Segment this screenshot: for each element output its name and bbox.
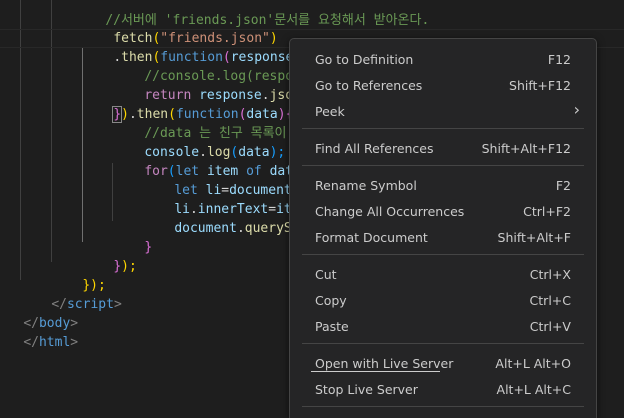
dot: .	[236, 221, 245, 236]
hover-underline	[311, 371, 440, 372]
code-line-9: for(let item of data){	[113, 143, 316, 179]
menu-separator	[302, 128, 584, 129]
brace: }	[144, 240, 153, 255]
menu-item-find-all-references[interactable]: Find All References Shift+Alt+F12	[294, 135, 592, 161]
menu-item-label: Find All References	[315, 141, 434, 156]
menu-separator	[302, 254, 584, 255]
chevron-right-icon: ›	[573, 100, 580, 119]
menu-item-label: Format Document	[315, 230, 428, 245]
code-line-8: console.log(data);	[113, 124, 285, 160]
menu-item-shortcut: Ctrl+X	[529, 267, 571, 282]
code-line-7: //data 는 친구 목록이 들어	[113, 105, 318, 141]
menu-item-label: Copy	[315, 293, 347, 308]
brace: }	[113, 259, 122, 274]
menu-item-shortcut: Ctrl+F2	[523, 204, 571, 219]
menu-separator	[302, 406, 584, 407]
menu-item-cut[interactable]: Cut Ctrl+X	[294, 261, 592, 287]
menu-item-label: Stop Live Server	[315, 382, 418, 397]
menu-item-change-all-occurrences[interactable]: Change All Occurrences Ctrl+F2	[294, 198, 592, 224]
menu-item-stop-live-server[interactable]: Stop Live Server Alt+L Alt+C	[294, 376, 592, 402]
code-line-16: </script>	[20, 276, 121, 312]
menu-item-label: Rename Symbol	[315, 178, 417, 193]
menu-item-go-to-definition[interactable]: Go to Definition F12	[294, 46, 592, 72]
menu-item-label: Peek	[315, 104, 345, 119]
code-line-13: }	[113, 219, 152, 255]
menu-separator	[302, 165, 584, 166]
menu-item-shortcut: Shift+Alt+F12	[481, 141, 571, 156]
menu-item-copy[interactable]: Copy Ctrl+C	[294, 287, 592, 313]
tag-bracket: </	[23, 335, 39, 350]
tag-bracket: >	[70, 335, 79, 350]
code-line-18: </html>	[0, 314, 78, 350]
menu-separator	[302, 343, 584, 344]
menu-item-label: Paste	[315, 319, 349, 334]
menu-item-label: Change All Occurrences	[315, 204, 465, 219]
menu-item-label: Open with Live Server	[315, 356, 454, 371]
menu-item-label: Go to Definition	[315, 52, 414, 67]
menu-item-shortcut: Alt+L Alt+C	[496, 382, 571, 397]
menu-item-peek[interactable]: Peek ›	[294, 98, 592, 124]
menu-item-label: Go to References	[315, 78, 423, 93]
menu-item-open-with-live-server[interactable]: Open with Live Server Alt+L Alt+O	[294, 350, 592, 376]
code-line-17: </body>	[0, 295, 78, 331]
menu-item-shortcut: Ctrl+C	[529, 293, 571, 308]
menu-item-shortcut: Ctrl+V	[529, 319, 571, 334]
menu-item-label: Cut	[315, 267, 337, 282]
menu-item-format-document[interactable]: Format Document Shift+Alt+F	[294, 224, 592, 250]
tag-bracket: >	[113, 297, 122, 312]
menu-item-paste[interactable]: Paste Ctrl+V	[294, 313, 592, 339]
menu-item-shortcut: Shift+F12	[509, 78, 571, 93]
code-line-2: fetch("friends.json")	[82, 10, 277, 46]
menu-item-rename-symbol[interactable]: Rename Symbol F2	[294, 172, 592, 198]
code-line-14: });	[82, 238, 136, 274]
variable: document	[174, 221, 237, 236]
paren: );	[121, 259, 137, 274]
menu-item-go-to-references[interactable]: Go to References Shift+F12	[294, 72, 592, 98]
context-menu: Go to Definition F12 Go to References Sh…	[289, 38, 597, 418]
code-line-15: });	[51, 257, 105, 293]
menu-item-shortcut: F12	[547, 52, 571, 67]
menu-item-shortcut: Alt+L Alt+O	[495, 356, 571, 371]
menu-item-shortcut: Shift+Alt+F	[497, 230, 571, 245]
code-line-6: }).then(function(data){	[82, 86, 293, 123]
menu-item-shortcut: F2	[555, 178, 571, 193]
code-line-3: .then(function(response){	[82, 29, 310, 66]
tag-name: html	[38, 335, 71, 350]
